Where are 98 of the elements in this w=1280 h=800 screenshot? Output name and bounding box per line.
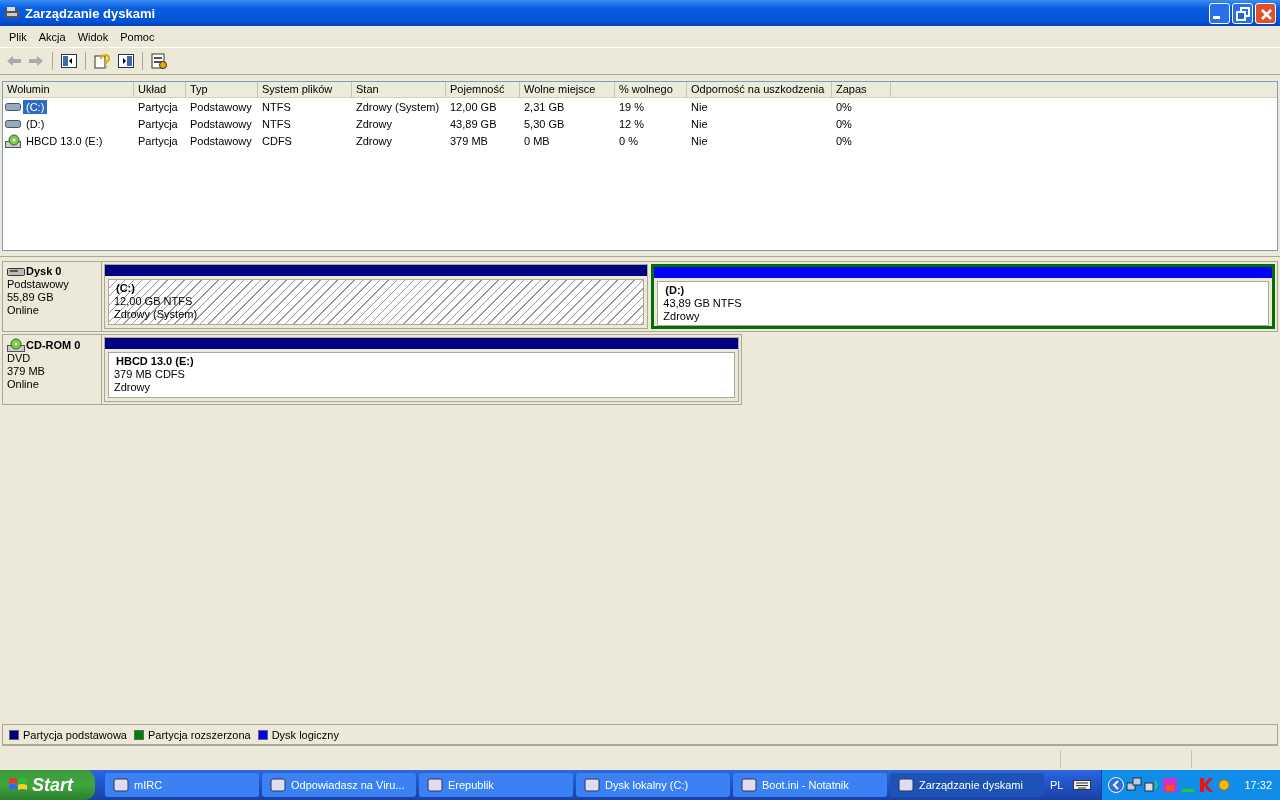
partition-status: Zdrowy	[114, 381, 152, 394]
partition-size: 12,00 GB NTFS	[114, 295, 194, 308]
help-icon[interactable]	[94, 53, 112, 69]
drive-icon	[5, 101, 21, 112]
partition-name: (C:)	[115, 282, 136, 295]
menu-item[interactable]: Pomoc	[114, 30, 161, 43]
volume-name[interactable]: HBCD 13.0 (E:)	[23, 133, 106, 148]
app-icon	[741, 777, 757, 793]
volume-name[interactable]: (D:)	[23, 116, 48, 131]
maximize-button[interactable]	[1232, 2, 1253, 24]
partition-block[interactable]: (D:) 43,89 GB NTFS Zdrowy	[651, 264, 1275, 329]
table-cell: Zdrowy	[356, 134, 393, 147]
table-cell: Zdrowy	[356, 117, 393, 130]
keyboard-icon[interactable]	[1073, 779, 1092, 791]
menu-item[interactable]: Widok	[71, 30, 115, 43]
column-header[interactable]: Odporność na uszkodzenia	[687, 82, 832, 97]
taskbar-button[interactable]: Zarządzanie dyskami	[890, 773, 1044, 797]
partition-status: Zdrowy	[663, 310, 701, 323]
legend-label: Partycja podstawowa	[23, 728, 127, 741]
column-header[interactable]: Wolumin	[3, 82, 134, 97]
table-cell: Partycja	[138, 100, 178, 113]
partition-block[interactable]: HBCD 13.0 (E:) 379 MB CDFS Zdrowy	[104, 337, 739, 402]
properties-icon[interactable]	[151, 53, 167, 69]
disk-type: DVD	[7, 352, 32, 365]
table-cell: 0%	[836, 100, 852, 113]
legend-label: Dysk logiczny	[271, 728, 339, 741]
table-cell: NTFS	[262, 100, 291, 113]
table-cell: Partycja	[138, 134, 178, 147]
table-cell: Nie	[691, 100, 708, 113]
cd-drive-icon	[7, 338, 25, 352]
column-header[interactable]: Stan	[352, 82, 446, 97]
taskbar-button[interactable]: Odpowiadasz na Viru...	[262, 773, 416, 797]
column-header[interactable]: Pojemność	[446, 82, 520, 97]
table-cell: 0 MB	[524, 134, 550, 147]
table-cell: Nie	[691, 134, 708, 147]
language-indicator[interactable]: PL	[1050, 779, 1064, 791]
table-cell: Podstawowy	[190, 100, 252, 113]
taskbar-button[interactable]: Erepublik	[419, 773, 573, 797]
table-cell: 43,89 GB	[450, 117, 497, 130]
menu-item[interactable]: Akcja	[32, 30, 72, 43]
table-cell: 0 %	[619, 134, 638, 147]
disk-name: CD-ROM 0	[26, 338, 81, 352]
network-icon[interactable]	[1126, 777, 1143, 793]
partition-size: 43,89 GB NTFS	[663, 297, 743, 310]
column-header[interactable]: Zapas	[832, 82, 891, 97]
table-cell: Podstawowy	[190, 134, 252, 147]
column-header[interactable]: Typ	[186, 82, 258, 97]
table-cell: NTFS	[262, 117, 291, 130]
taskbar-button[interactable]: Boot.ini - Notatnik	[733, 773, 887, 797]
table-cell: Podstawowy	[190, 117, 252, 130]
taskbar-button[interactable]: Dysk lokalny (C:)	[576, 773, 730, 797]
table-cell: 379 MB	[450, 134, 488, 147]
column-header[interactable]: Wolne miejsce	[520, 82, 615, 97]
table-cell: 2,31 GB	[524, 100, 565, 113]
window-title: Zarządzanie dyskami	[25, 5, 157, 21]
table-cell: Nie	[691, 117, 708, 130]
table-cell: 12 %	[619, 117, 645, 130]
column-header[interactable]: Układ	[134, 82, 186, 97]
chevron-left-icon[interactable]	[1108, 777, 1125, 793]
minimize-button[interactable]	[1209, 2, 1230, 24]
close-button[interactable]	[1255, 2, 1276, 24]
partition-name: (D:)	[664, 284, 686, 297]
cd-drive-icon	[5, 133, 21, 148]
app-icon	[427, 777, 443, 793]
partition-size: 379 MB CDFS	[114, 368, 186, 381]
menu-item[interactable]: Plik	[3, 30, 33, 43]
panel-icon[interactable]	[61, 54, 77, 68]
table-cell: 19 %	[619, 100, 645, 113]
partition-name: HBCD 13.0 (E:)	[115, 355, 195, 368]
table-cell: 5,30 GB	[524, 117, 565, 130]
table-cell: 12,00 GB	[450, 100, 497, 113]
column-header[interactable]: System plików	[258, 82, 352, 97]
partition-block[interactable]: (C:) 12,00 GB NTFS Zdrowy (System)	[104, 264, 649, 329]
app-icon	[113, 777, 129, 793]
table-cell: Partycja	[138, 117, 178, 130]
drive-icon	[5, 118, 21, 129]
column-header[interactable]: % wolnego	[615, 82, 687, 97]
disk-type: Podstawowy	[7, 278, 70, 291]
volume-name[interactable]: (C:)	[23, 99, 48, 114]
minimize-icon	[1213, 15, 1220, 19]
sun-icon[interactable]	[1216, 777, 1233, 793]
panel-icon[interactable]	[118, 54, 134, 68]
disk-status: Online	[7, 378, 40, 391]
disk-size: 379 MB	[7, 365, 46, 378]
table-cell: Zdrowy (System)	[356, 100, 440, 113]
table-cell: CDFS	[262, 134, 292, 147]
legend-label: Partycja rozszerzona	[147, 728, 251, 741]
disk-status: Online	[7, 304, 40, 317]
disk-name: Dysk 0	[26, 265, 62, 278]
table-cell: 0%	[836, 134, 852, 147]
app-icon	[584, 777, 600, 793]
clock[interactable]: 17:32	[1244, 779, 1272, 791]
table-cell: 0%	[836, 117, 852, 130]
app-icon	[898, 777, 914, 793]
taskbar-button[interactable]: mIRC	[105, 773, 259, 797]
partition-status: Zdrowy (System)	[114, 308, 199, 321]
app-icon	[270, 777, 286, 793]
disk-size: 55,89 GB	[7, 291, 55, 304]
